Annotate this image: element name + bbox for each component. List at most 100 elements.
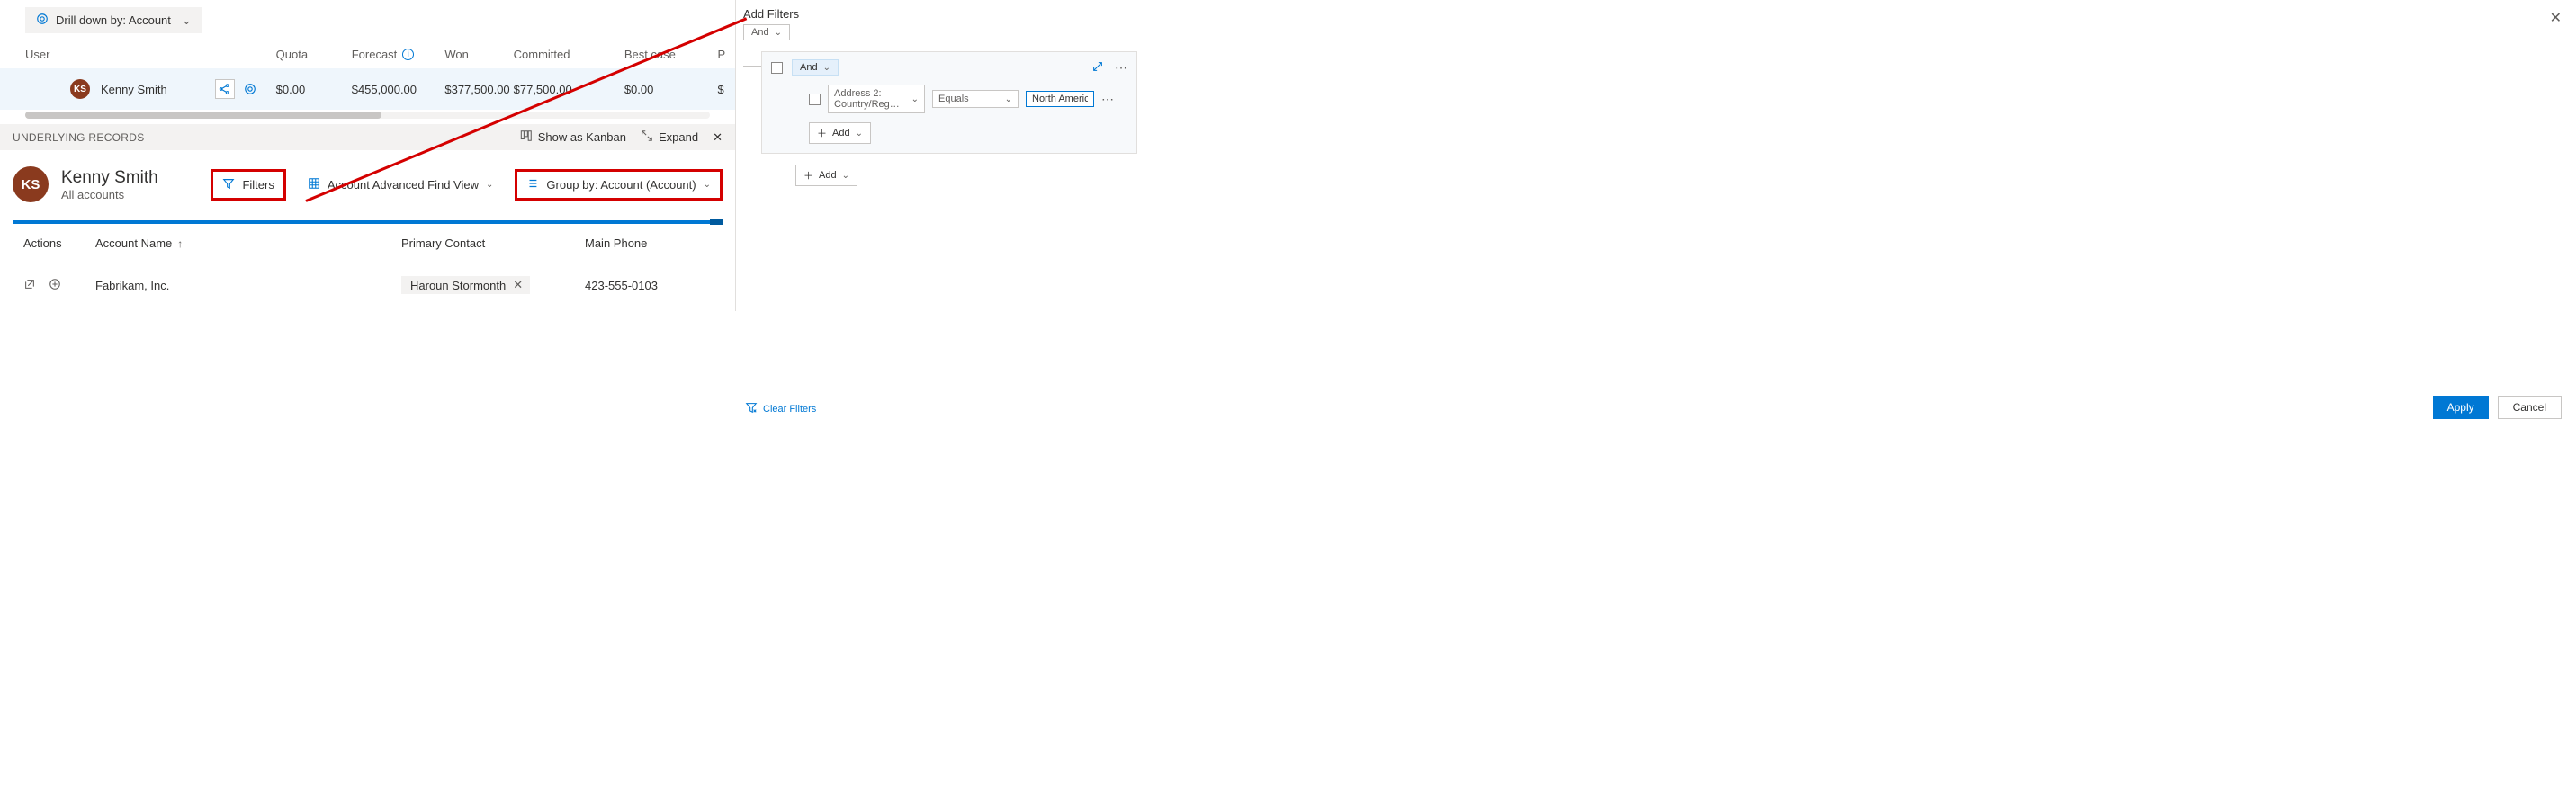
detail-title: Kenny Smith xyxy=(61,168,158,188)
add-icon[interactable] xyxy=(49,278,61,293)
value-input[interactable] xyxy=(1026,91,1094,107)
groupby-label: Group by: Account (Account) xyxy=(546,178,696,192)
filter-group-card: And ⌄ ⋯ Address 2: Country/Reg… ⌄ Equa xyxy=(761,51,1137,154)
drilldown-bar: Drill down by: Account ⌄ xyxy=(0,0,735,40)
col-forecast[interactable]: Forecast i xyxy=(352,48,445,61)
plus-icon: ＋ xyxy=(817,126,827,140)
detail-subtitle: All accounts xyxy=(61,188,158,201)
detail-header: KS Kenny Smith All accounts Filters Acco… xyxy=(0,150,735,220)
forecast-pane: Drill down by: Account ⌄ User Quota Fore… xyxy=(0,0,736,311)
chevron-down-icon: ⌄ xyxy=(911,94,919,104)
chevron-down-icon: ⌄ xyxy=(775,28,782,38)
expand-icon xyxy=(641,129,653,145)
selection-indicator xyxy=(13,220,723,224)
filters-button[interactable]: Filters xyxy=(211,169,285,201)
user-name: Kenny Smith xyxy=(101,83,167,96)
col-pipeline[interactable]: P xyxy=(717,48,735,61)
forecast-grid-header: User Quota Forecast i Won Committed Best… xyxy=(0,40,735,68)
cell-main-phone: 423-555-0103 xyxy=(585,279,723,292)
contact-name: Haroun Stormonth xyxy=(410,279,506,292)
share-button[interactable] xyxy=(215,79,235,99)
operator-value: Equals xyxy=(938,94,969,104)
kanban-label: Show as Kanban xyxy=(538,130,626,144)
add-condition-button[interactable]: ＋ Add ⌄ xyxy=(809,122,871,144)
col-committed[interactable]: Committed xyxy=(514,48,624,61)
chevron-down-icon: ⌄ xyxy=(823,63,830,73)
chevron-down-icon: ⌄ xyxy=(842,171,849,181)
col-forecast-label: Forecast xyxy=(352,48,398,61)
field-value: Address 2: Country/Reg… xyxy=(834,88,911,110)
account-row[interactable]: Fabrikam, Inc. Haroun Stormonth ✕ 423-55… xyxy=(0,263,735,299)
more-icon[interactable]: ⋯ xyxy=(1115,60,1127,76)
cell-won: $377,500.00 xyxy=(444,83,513,96)
add-filters-title: Add Filters xyxy=(743,7,1400,21)
expand-button[interactable]: Expand xyxy=(641,129,698,145)
and-label: And xyxy=(800,62,818,73)
avatar: KS xyxy=(70,79,90,99)
dialog-buttons: Apply Cancel xyxy=(2433,396,2562,419)
th-account-name[interactable]: Account Name ↑ xyxy=(95,236,401,250)
condition-more-icon[interactable]: ⋯ xyxy=(1101,92,1114,107)
contact-chip[interactable]: Haroun Stormonth ✕ xyxy=(401,276,530,294)
cell-account-name: Fabrikam, Inc. xyxy=(95,279,401,292)
add-label: Add xyxy=(832,128,850,138)
remove-contact-icon[interactable]: ✕ xyxy=(513,278,523,292)
field-select[interactable]: Address 2: Country/Reg… ⌄ xyxy=(828,85,925,113)
kanban-icon xyxy=(520,129,533,145)
th-actions[interactable]: Actions xyxy=(23,236,95,250)
condition-checkbox[interactable] xyxy=(809,94,821,105)
list-icon xyxy=(526,177,539,192)
close-panel-button[interactable]: ✕ xyxy=(2550,9,2562,27)
open-icon[interactable] xyxy=(23,278,36,293)
th-name-label: Account Name xyxy=(95,236,172,250)
col-quota[interactable]: Quota xyxy=(276,48,352,61)
col-won[interactable]: Won xyxy=(444,48,513,61)
cell-bestcase: $0.00 xyxy=(624,83,718,96)
accounts-table-header: Actions Account Name ↑ Primary Contact M… xyxy=(0,224,735,263)
underlying-records-bar: UNDERLYING RECORDS Show as Kanban Expand… xyxy=(0,124,735,150)
expand-label: Expand xyxy=(659,130,698,144)
cancel-button[interactable]: Cancel xyxy=(2498,396,2562,419)
add-group-button[interactable]: ＋ Add ⌄ xyxy=(795,165,857,186)
plus-icon: ＋ xyxy=(803,168,813,183)
info-icon[interactable]: i xyxy=(402,49,414,60)
clear-filters-button[interactable]: Clear Filters xyxy=(745,401,816,416)
drill-button[interactable] xyxy=(240,79,260,99)
view-selector-button[interactable]: Account Advanced Find View ⌄ xyxy=(299,172,503,198)
group-and-chip[interactable]: And ⌄ xyxy=(792,59,839,76)
target-icon xyxy=(36,13,49,28)
group-checkbox[interactable] xyxy=(771,62,783,74)
apply-button[interactable]: Apply xyxy=(2433,396,2489,419)
th-main-phone[interactable]: Main Phone xyxy=(585,236,723,250)
row-actions xyxy=(23,278,95,293)
add-label: Add xyxy=(819,170,837,181)
cell-quota: $0.00 xyxy=(276,83,352,96)
forecast-row[interactable]: KS Kenny Smith $0.00 $455,000.00 $377,50… xyxy=(0,68,735,110)
horizontal-scrollbar[interactable] xyxy=(25,112,710,119)
groupby-button[interactable]: Group by: Account (Account) ⌄ xyxy=(515,169,723,201)
operator-select[interactable]: Equals ⌄ xyxy=(932,90,1019,108)
chevron-down-icon: ⌄ xyxy=(856,129,863,138)
underlying-label: UNDERLYING RECORDS xyxy=(13,131,145,144)
col-user[interactable]: User xyxy=(25,48,276,61)
root-and-chip[interactable]: And ⌄ xyxy=(743,24,790,40)
avatar-large: KS xyxy=(13,166,49,202)
scrollbar-thumb[interactable] xyxy=(25,112,381,119)
drilldown-button[interactable]: Drill down by: Account ⌄ xyxy=(25,7,202,33)
sort-asc-icon: ↑ xyxy=(177,237,183,250)
and-label: And xyxy=(751,27,769,38)
view-label: Account Advanced Find View xyxy=(328,178,479,192)
show-as-kanban-button[interactable]: Show as Kanban xyxy=(520,129,626,145)
grid-icon xyxy=(308,177,320,192)
filters-label: Filters xyxy=(242,178,274,192)
chevron-down-icon: ⌄ xyxy=(182,13,192,28)
add-filters-panel: Add Filters And ⌄ And ⌄ ⋯ xyxy=(743,7,1400,186)
expand-group-icon[interactable] xyxy=(1091,60,1104,76)
close-underlying-button[interactable]: ✕ xyxy=(713,130,723,145)
th-primary-contact[interactable]: Primary Contact xyxy=(401,236,585,250)
chevron-down-icon: ⌄ xyxy=(1005,94,1012,104)
clear-filter-icon xyxy=(745,401,758,416)
clear-label: Clear Filters xyxy=(763,404,816,415)
close-icon: ✕ xyxy=(713,130,723,145)
cell-primary-contact: Haroun Stormonth ✕ xyxy=(401,276,585,294)
